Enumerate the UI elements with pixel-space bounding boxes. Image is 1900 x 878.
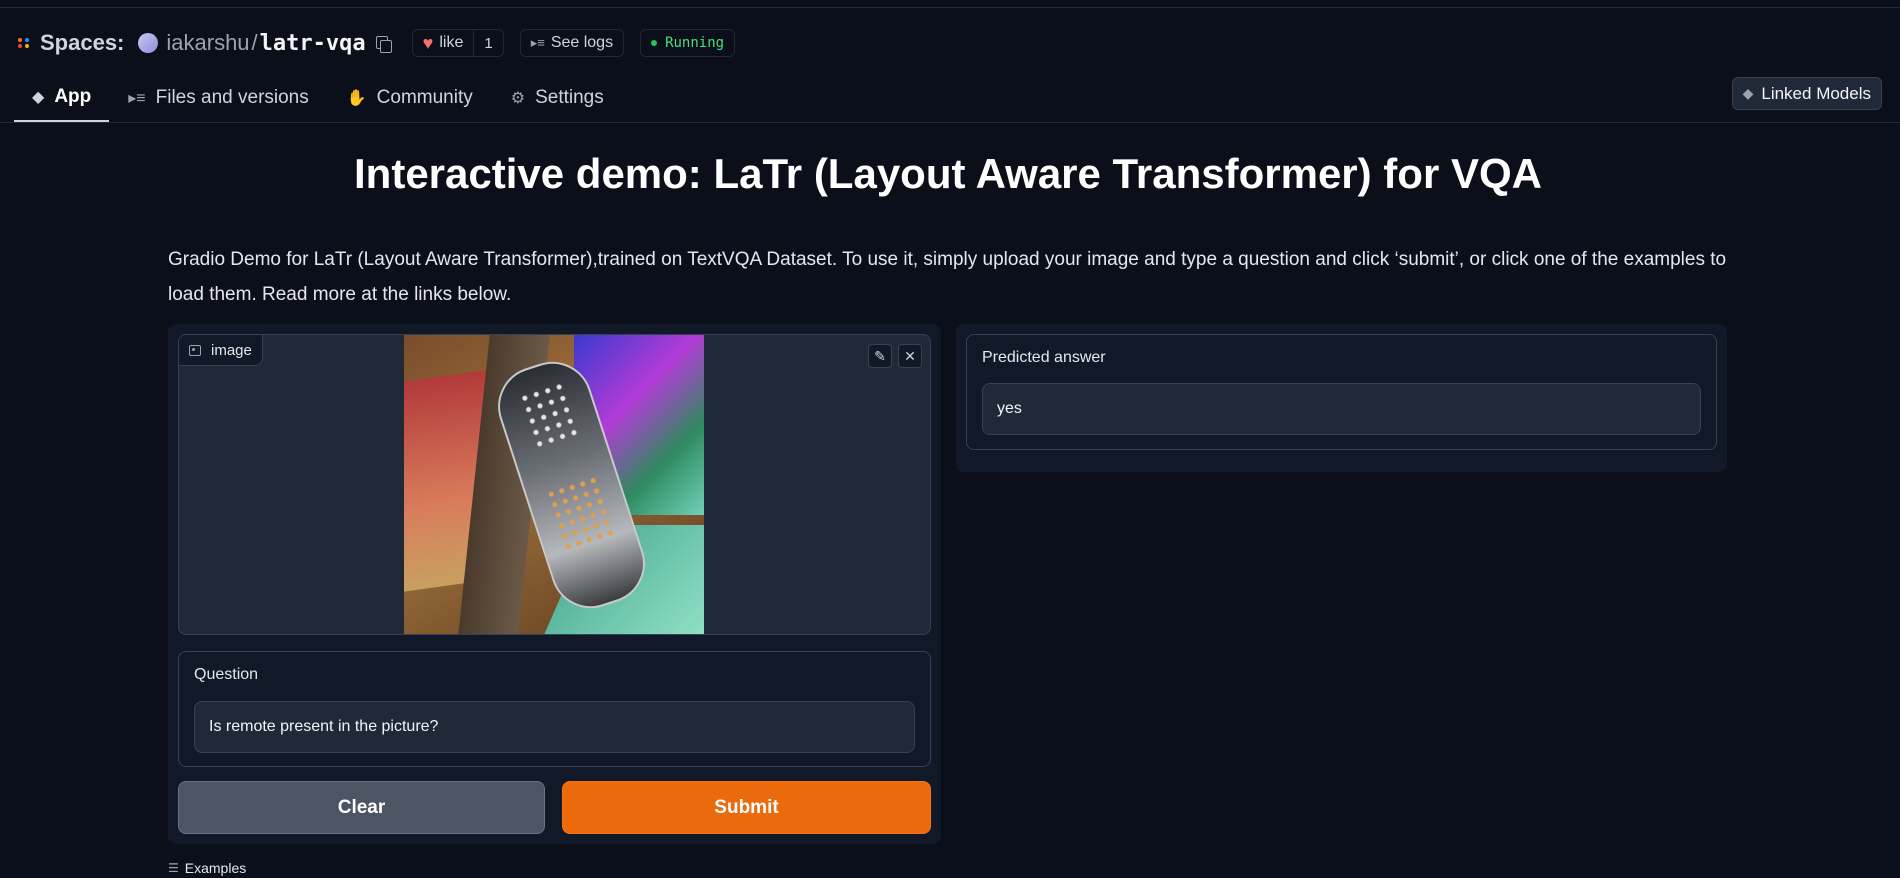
examples-label: Examples: [184, 860, 247, 876]
image-actions: ✎ ✕: [868, 344, 922, 368]
heart-icon: ♥: [422, 32, 434, 53]
submit-button[interactable]: Submit: [562, 781, 931, 834]
question-input[interactable]: [194, 701, 915, 753]
page-title: Interactive demo: LaTr (Layout Aware Tra…: [354, 150, 1542, 197]
top-border: [0, 0, 1900, 8]
tab-label: Settings: [535, 87, 604, 108]
logs-icon: ▸≡: [530, 35, 545, 50]
hand-icon: ✋: [346, 90, 367, 107]
cube-icon: ◆: [32, 89, 45, 106]
owner-link[interactable]: iakarshu: [166, 30, 249, 56]
image-upload[interactable]: image ✎ ✕: [178, 334, 931, 635]
output-panel: Predicted answer yes: [956, 324, 1727, 472]
files-icon: ▸≡: [128, 90, 146, 107]
image-label-text: image: [211, 341, 252, 359]
linked-models-button[interactable]: ◆ Linked Models: [1731, 77, 1882, 110]
tab-app[interactable]: ◆ App: [14, 74, 110, 122]
question-label: Question: [194, 666, 259, 683]
predicted-answer-output[interactable]: yes: [982, 383, 1701, 435]
list-icon: ☰: [168, 861, 179, 875]
space-header: Spaces: iakarshu / latr-vqa ♥ like 1 ▸≡ …: [18, 28, 736, 58]
edit-icon[interactable]: ✎: [868, 344, 892, 368]
status-dot-icon: [651, 40, 658, 46]
status-label: Running: [665, 35, 725, 51]
repo-name[interactable]: latr-vqa: [260, 31, 366, 56]
like-count[interactable]: 1: [473, 30, 502, 56]
tab-files-and-versions[interactable]: ▸≡ Files and versions: [109, 74, 328, 122]
owner-avatar[interactable]: [138, 33, 159, 53]
examples-toggle[interactable]: ☰ Examples: [168, 860, 246, 876]
spaces-label[interactable]: Spaces:: [40, 30, 124, 56]
tab-label: App: [54, 86, 92, 107]
like-button[interactable]: ♥ like: [413, 30, 474, 56]
cube-icon: ◆: [1742, 85, 1754, 101]
uploaded-image: [404, 335, 704, 634]
question-block: Question: [178, 651, 931, 767]
image-label: image: [179, 335, 263, 366]
like-widget: ♥ like 1: [411, 29, 504, 57]
close-icon[interactable]: ✕: [898, 344, 922, 368]
tab-label: Community: [376, 87, 473, 108]
predicted-answer-label: Predicted answer: [982, 349, 1106, 366]
see-logs-label: See logs: [550, 34, 614, 51]
spaces-logo-icon[interactable]: [18, 38, 30, 48]
status-badge: Running: [640, 29, 736, 57]
clear-button[interactable]: Clear: [178, 781, 545, 834]
path-separator: /: [251, 30, 258, 55]
see-logs-button[interactable]: ▸≡ See logs: [519, 29, 625, 57]
gear-icon: ⚙: [510, 90, 526, 107]
linked-models-label: Linked Models: [1761, 83, 1871, 103]
predicted-answer-block: Predicted answer yes: [966, 334, 1717, 450]
image-icon: [189, 344, 201, 356]
copy-icon[interactable]: [375, 35, 392, 53]
page-description: Gradio Demo for LaTr (Layout Aware Trans…: [168, 249, 1727, 305]
tabs-divider: [0, 122, 1900, 123]
tab-community[interactable]: ✋ Community: [328, 74, 492, 122]
like-label: like: [439, 34, 464, 51]
input-panel: image ✎ ✕ Question Clear Submit: [168, 324, 941, 844]
space-tabs: ◆ App ▸≡ Files and versions ✋ Community …: [14, 74, 623, 122]
tab-label: Files and versions: [155, 87, 309, 108]
tab-settings[interactable]: ⚙ Settings: [492, 74, 623, 122]
